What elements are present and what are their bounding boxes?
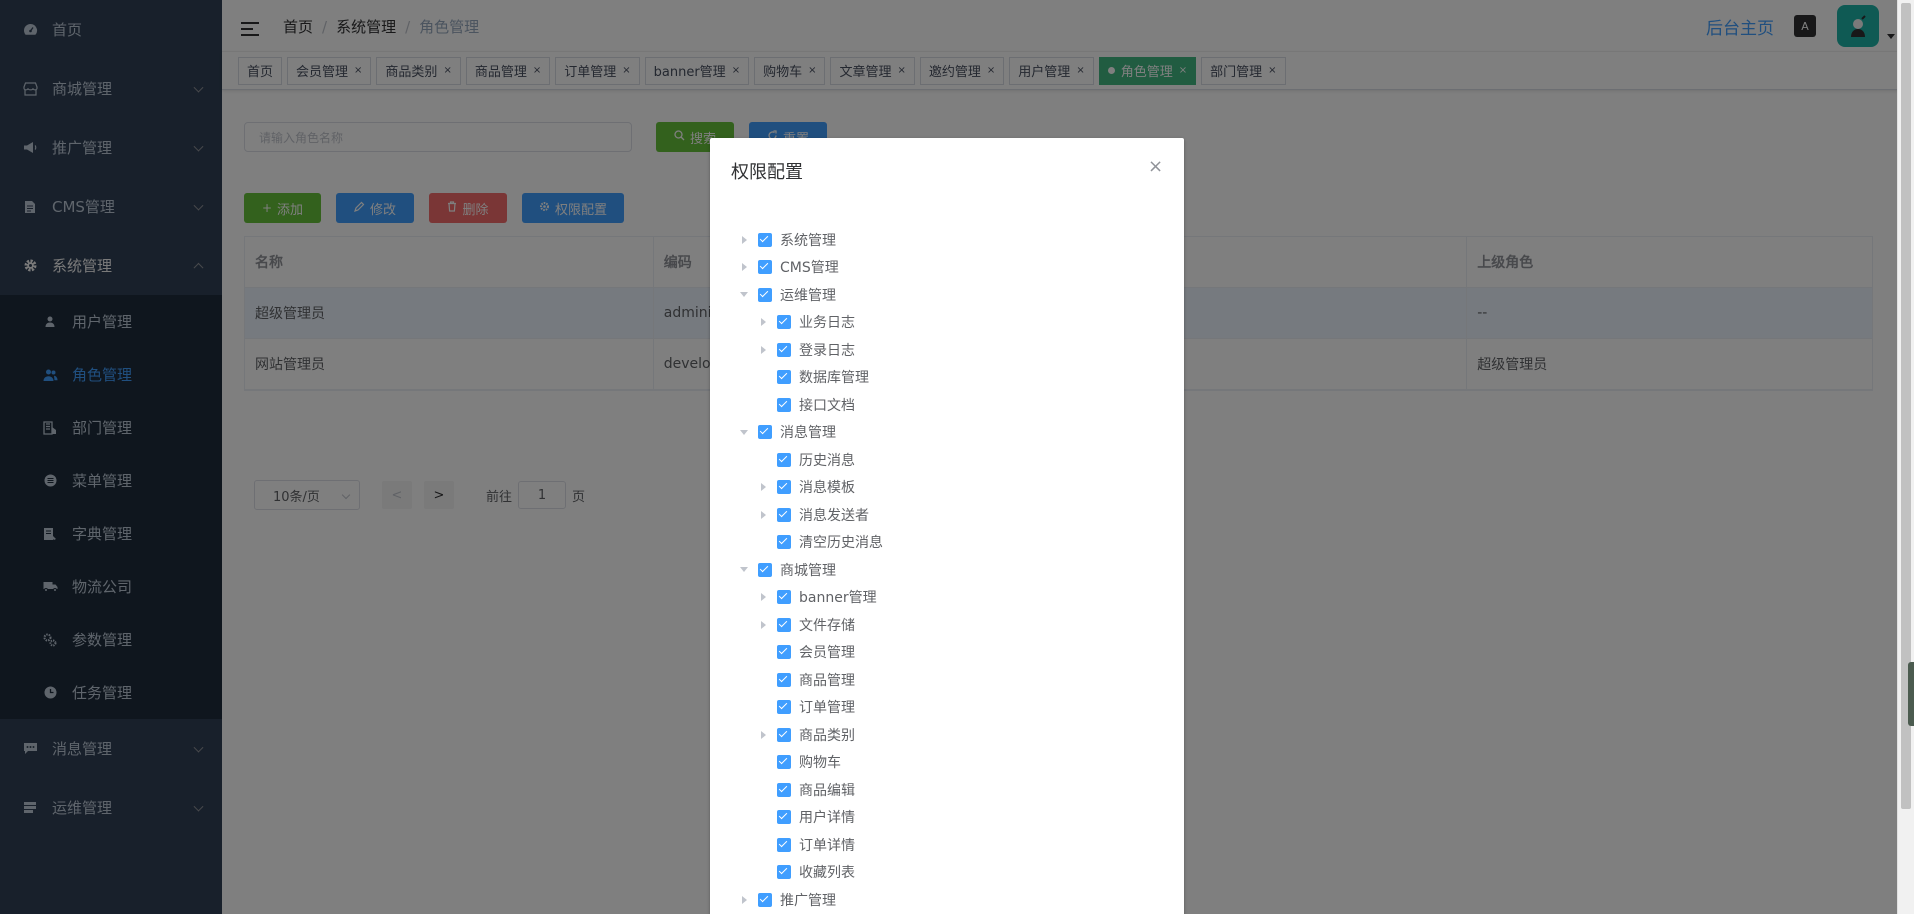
tree-node-label: 历史消息	[799, 452, 855, 469]
tree-node[interactable]: 商城管理	[710, 556, 1184, 584]
tree-node[interactable]: banner管理	[710, 584, 1184, 612]
tree-checkbox[interactable]	[777, 810, 791, 825]
tree-node[interactable]: 会员管理	[710, 639, 1184, 667]
tree-node[interactable]: 推广管理	[710, 886, 1184, 914]
tree-checkbox[interactable]	[777, 617, 791, 632]
tree-checkbox[interactable]	[777, 727, 791, 742]
tree-node-label: 商城管理	[780, 562, 836, 579]
tree-node-label: 文件存储	[799, 617, 855, 634]
tree-checkbox[interactable]	[777, 755, 791, 770]
tree-checkbox[interactable]	[758, 260, 772, 275]
tree-node[interactable]: 业务日志	[710, 309, 1184, 337]
caret-right-icon[interactable]	[761, 620, 766, 629]
tree-checkbox[interactable]	[777, 397, 791, 412]
tree-checkbox[interactable]	[758, 287, 772, 302]
tree-node-label: CMS管理	[780, 260, 839, 277]
caret-right-icon[interactable]	[761, 345, 766, 354]
tree-node-label: 收藏列表	[799, 865, 855, 882]
tree-checkbox[interactable]	[777, 865, 791, 880]
caret-down-icon[interactable]	[740, 429, 748, 435]
caret-right-icon[interactable]	[761, 730, 766, 739]
tree-node-label: 数据库管理	[799, 370, 869, 387]
tree-node-label: 清空历史消息	[799, 535, 883, 552]
tree-node[interactable]: 订单详情	[710, 831, 1184, 859]
tree-node[interactable]: 购物车	[710, 749, 1184, 777]
tree-checkbox[interactable]	[758, 892, 772, 907]
tree-node-label: 系统管理	[780, 232, 836, 249]
side-handle[interactable]	[1908, 662, 1914, 726]
tree-node[interactable]: 收藏列表	[710, 859, 1184, 887]
tree-checkbox[interactable]	[777, 452, 791, 467]
tree-node[interactable]: 接口文档	[710, 391, 1184, 419]
tree-checkbox[interactable]	[777, 535, 791, 550]
tree-node-label: 会员管理	[799, 645, 855, 662]
tree-node-label: 商品编辑	[799, 782, 855, 799]
tree-node-label: 消息管理	[780, 425, 836, 442]
tree-node-label: 运维管理	[780, 287, 836, 304]
tree-node-label: 登录日志	[799, 342, 855, 359]
tree-node-label: 订单详情	[799, 837, 855, 854]
tree-node-label: 推广管理	[780, 892, 836, 909]
tree-checkbox[interactable]	[777, 342, 791, 357]
tree-node-label: 商品管理	[799, 672, 855, 689]
tree-node-label: 商品类别	[799, 727, 855, 744]
caret-down-icon[interactable]	[740, 292, 748, 298]
page-scrollbar[interactable]	[1897, 0, 1914, 914]
tree-checkbox[interactable]	[777, 507, 791, 522]
tree-node-label: banner管理	[799, 590, 877, 607]
tree-node[interactable]: 订单管理	[710, 694, 1184, 722]
tree-node-label: 订单管理	[799, 700, 855, 717]
tree-node[interactable]: 商品管理	[710, 666, 1184, 694]
dialog-title: 权限配置	[731, 162, 803, 183]
tree-node-label: 消息模板	[799, 480, 855, 497]
permission-tree: 系统管理 CMS管理运维管理业务日志登录日志数据库管理接口文档消息管理历史消息消息…	[710, 226, 1184, 914]
permission-dialog: 权限配置 × 系统管理 CMS管理运维管理业务日志登录日志数据库管理接口文档消息管…	[710, 138, 1184, 914]
tree-checkbox[interactable]	[758, 425, 772, 440]
tree-checkbox[interactable]	[777, 590, 791, 605]
caret-right-icon[interactable]	[761, 483, 766, 492]
tree-node[interactable]: 用户详情	[710, 804, 1184, 832]
caret-right-icon[interactable]	[761, 318, 766, 327]
tree-checkbox[interactable]	[777, 700, 791, 715]
tree-node-label: 消息发送者	[799, 507, 869, 524]
close-icon[interactable]: ×	[1148, 158, 1163, 176]
tree-node-label: 接口文档	[799, 397, 855, 414]
tree-node[interactable]: CMS管理	[710, 254, 1184, 282]
tree-node[interactable]: 消息发送者	[710, 501, 1184, 529]
tree-node[interactable]: 系统管理	[710, 226, 1184, 254]
caret-down-icon[interactable]	[740, 567, 748, 573]
tree-checkbox[interactable]	[777, 782, 791, 797]
caret-right-icon[interactable]	[761, 510, 766, 519]
tree-node-label: 购物车	[799, 755, 841, 772]
tree-node-label: 业务日志	[799, 315, 855, 332]
tree-node[interactable]: 消息模板	[710, 474, 1184, 502]
tree-node[interactable]: 数据库管理	[710, 364, 1184, 392]
tree-node[interactable]: 文件存储	[710, 611, 1184, 639]
caret-right-icon[interactable]	[742, 263, 747, 272]
tree-node[interactable]: 运维管理	[710, 281, 1184, 309]
caret-right-icon[interactable]	[761, 593, 766, 602]
tree-node[interactable]: 登录日志	[710, 336, 1184, 364]
tree-checkbox[interactable]	[777, 315, 791, 330]
tree-checkbox[interactable]	[777, 672, 791, 687]
tree-checkbox[interactable]	[777, 837, 791, 852]
tree-node[interactable]: 清空历史消息	[710, 529, 1184, 557]
tree-node[interactable]: 商品类别	[710, 721, 1184, 749]
tree-node[interactable]: 历史消息	[710, 446, 1184, 474]
tree-checkbox[interactable]	[777, 480, 791, 495]
tree-checkbox[interactable]	[758, 232, 772, 247]
tree-node[interactable]: 消息管理	[710, 419, 1184, 447]
tree-checkbox[interactable]	[777, 370, 791, 385]
tree-checkbox[interactable]	[777, 645, 791, 660]
tree-node[interactable]: 商品编辑	[710, 776, 1184, 804]
caret-right-icon[interactable]	[742, 235, 747, 244]
caret-right-icon[interactable]	[742, 895, 747, 904]
tree-node-label: 用户详情	[799, 810, 855, 827]
tree-checkbox[interactable]	[758, 562, 772, 577]
